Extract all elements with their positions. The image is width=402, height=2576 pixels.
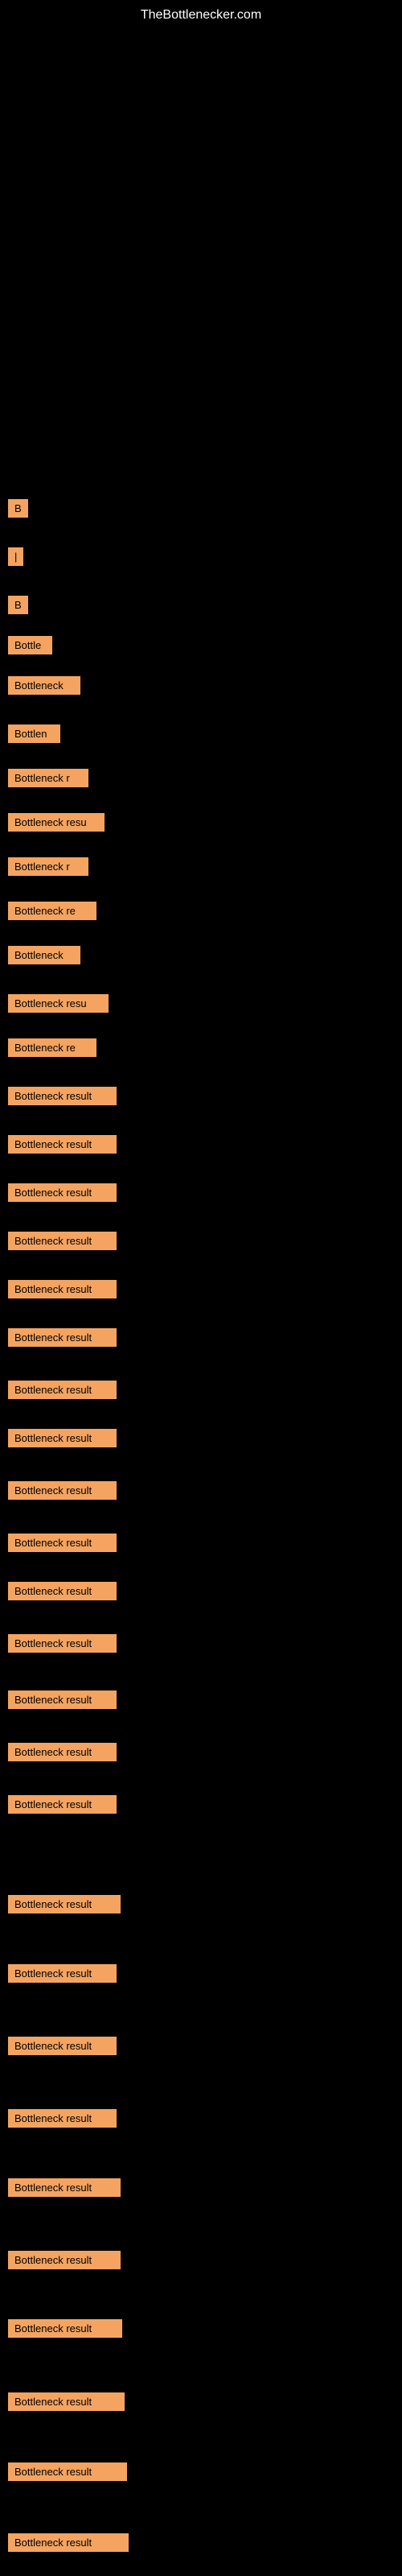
bottleneck-label-16[interactable]: Bottleneck result — [8, 1232, 117, 1250]
bottleneck-item-15: Bottleneck result — [8, 1183, 117, 1202]
bottleneck-label-13[interactable]: Bottleneck result — [8, 1087, 117, 1105]
bottleneck-label-21[interactable]: Bottleneck result — [8, 1481, 117, 1500]
bottleneck-item-3: Bottle — [8, 636, 52, 654]
bottleneck-item-18: Bottleneck result — [8, 1328, 117, 1347]
bottleneck-item-16: Bottleneck result — [8, 1232, 117, 1250]
bottleneck-item-33: Bottleneck result — [8, 2251, 121, 2269]
bottleneck-item-1: | — [8, 547, 23, 566]
site-title: TheBottlenecker.com — [141, 8, 261, 23]
bottleneck-label-11[interactable]: Bottleneck resu — [8, 994, 109, 1013]
bottleneck-item-23: Bottleneck result — [8, 1582, 117, 1600]
bottleneck-label-23[interactable]: Bottleneck result — [8, 1582, 117, 1600]
bottleneck-item-19: Bottleneck result — [8, 1381, 117, 1399]
bottleneck-label-24[interactable]: Bottleneck result — [8, 1634, 117, 1653]
bottleneck-item-13: Bottleneck result — [8, 1087, 117, 1105]
bottleneck-item-31: Bottleneck result — [8, 2109, 117, 2128]
bottleneck-label-19[interactable]: Bottleneck result — [8, 1381, 117, 1399]
bottleneck-label-25[interactable]: Bottleneck result — [8, 1690, 117, 1709]
bottleneck-item-4: Bottleneck — [8, 676, 80, 695]
bottleneck-label-17[interactable]: Bottleneck result — [8, 1280, 117, 1298]
bottleneck-label-31[interactable]: Bottleneck result — [8, 2109, 117, 2128]
bottleneck-label-22[interactable]: Bottleneck result — [8, 1534, 117, 1552]
bottleneck-item-17: Bottleneck result — [8, 1280, 117, 1298]
bottleneck-label-7[interactable]: Bottleneck resu — [8, 813, 105, 832]
bottleneck-item-20: Bottleneck result — [8, 1429, 117, 1447]
bottleneck-label-14[interactable]: Bottleneck result — [8, 1135, 117, 1154]
bottleneck-label-0[interactable]: B — [8, 499, 28, 518]
bottleneck-label-27[interactable]: Bottleneck result — [8, 1795, 117, 1814]
bottleneck-item-21: Bottleneck result — [8, 1481, 117, 1500]
bottleneck-item-29: Bottleneck result — [8, 1964, 117, 1983]
bottleneck-label-18[interactable]: Bottleneck result — [8, 1328, 117, 1347]
bottleneck-label-37[interactable]: Bottleneck result — [8, 2533, 129, 2552]
bottleneck-label-15[interactable]: Bottleneck result — [8, 1183, 117, 1202]
bottleneck-label-26[interactable]: Bottleneck result — [8, 1743, 117, 1761]
bottleneck-label-8[interactable]: Bottleneck r — [8, 857, 88, 876]
bottleneck-item-9: Bottleneck re — [8, 902, 96, 920]
bottleneck-label-20[interactable]: Bottleneck result — [8, 1429, 117, 1447]
bottleneck-label-6[interactable]: Bottleneck r — [8, 769, 88, 787]
bottleneck-item-24: Bottleneck result — [8, 1634, 117, 1653]
bottleneck-item-36: Bottleneck result — [8, 2462, 127, 2481]
bottleneck-item-5: Bottlen — [8, 724, 60, 743]
bottleneck-item-37: Bottleneck result — [8, 2533, 129, 2552]
bottleneck-label-9[interactable]: Bottleneck re — [8, 902, 96, 920]
bottleneck-item-11: Bottleneck resu — [8, 994, 109, 1013]
bottleneck-label-35[interactable]: Bottleneck result — [8, 2392, 125, 2411]
bottleneck-label-28[interactable]: Bottleneck result — [8, 1895, 121, 1913]
bottleneck-item-8: Bottleneck r — [8, 857, 88, 876]
bottleneck-item-0: B — [8, 499, 28, 518]
bottleneck-label-30[interactable]: Bottleneck result — [8, 2037, 117, 2055]
bottleneck-item-30: Bottleneck result — [8, 2037, 117, 2055]
bottleneck-item-27: Bottleneck result — [8, 1795, 117, 1814]
bottleneck-item-26: Bottleneck result — [8, 1743, 117, 1761]
bottleneck-label-5[interactable]: Bottlen — [8, 724, 60, 743]
bottleneck-label-10[interactable]: Bottleneck — [8, 946, 80, 964]
bottleneck-item-2: B — [8, 596, 28, 614]
bottleneck-item-12: Bottleneck re — [8, 1038, 96, 1057]
bottleneck-label-2[interactable]: B — [8, 596, 28, 614]
bottleneck-item-34: Bottleneck result — [8, 2319, 122, 2338]
bottleneck-item-14: Bottleneck result — [8, 1135, 117, 1154]
bottleneck-label-33[interactable]: Bottleneck result — [8, 2251, 121, 2269]
bottleneck-item-6: Bottleneck r — [8, 769, 88, 787]
bottleneck-item-22: Bottleneck result — [8, 1534, 117, 1552]
bottleneck-item-10: Bottleneck — [8, 946, 80, 964]
bottleneck-label-34[interactable]: Bottleneck result — [8, 2319, 122, 2338]
bottleneck-label-36[interactable]: Bottleneck result — [8, 2462, 127, 2481]
bottleneck-item-35: Bottleneck result — [8, 2392, 125, 2411]
bottleneck-label-3[interactable]: Bottle — [8, 636, 52, 654]
bottleneck-label-29[interactable]: Bottleneck result — [8, 1964, 117, 1983]
bottleneck-item-25: Bottleneck result — [8, 1690, 117, 1709]
bottleneck-item-28: Bottleneck result — [8, 1895, 121, 1913]
bottleneck-item-32: Bottleneck result — [8, 2178, 121, 2197]
bottleneck-item-7: Bottleneck resu — [8, 813, 105, 832]
bottleneck-label-32[interactable]: Bottleneck result — [8, 2178, 121, 2197]
bottleneck-label-12[interactable]: Bottleneck re — [8, 1038, 96, 1057]
bottleneck-label-4[interactable]: Bottleneck — [8, 676, 80, 695]
bottleneck-label-1[interactable]: | — [8, 547, 23, 566]
